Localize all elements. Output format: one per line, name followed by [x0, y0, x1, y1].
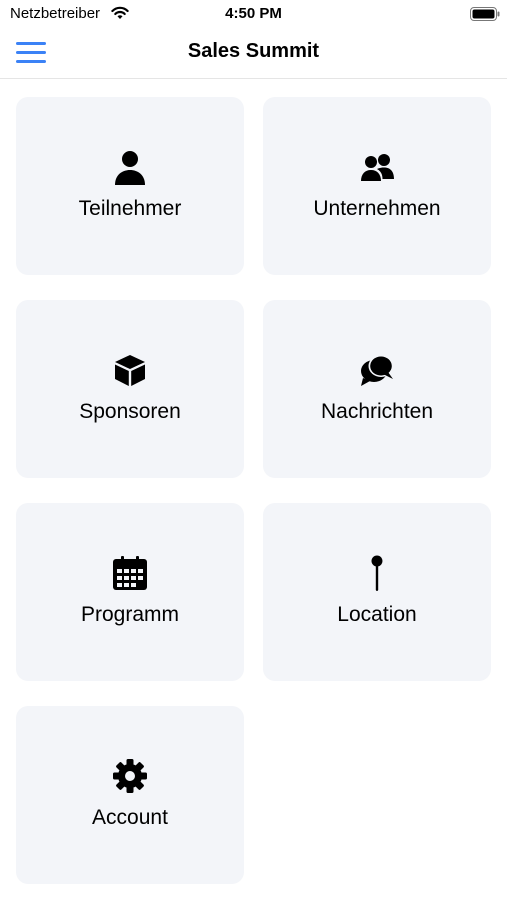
clock: 4:50 PM	[225, 5, 282, 22]
tile-label: Account	[92, 806, 168, 829]
tile-location[interactable]: Location	[263, 503, 491, 681]
gear-icon	[113, 759, 147, 793]
tile-label: Nachrichten	[320, 400, 434, 423]
page-title: Sales Summit	[187, 40, 320, 62]
people-icon	[361, 154, 394, 181]
tile-label: Teilnehmer	[78, 197, 182, 220]
tile-nachrichten[interactable]: Nachrichten	[263, 300, 491, 478]
battery-icon	[470, 7, 500, 21]
person-icon	[115, 151, 145, 185]
tile-label: Unternehmen	[313, 197, 441, 220]
tile-label: Location	[337, 603, 417, 626]
tile-account[interactable]: Account	[16, 706, 244, 884]
cube-icon	[115, 355, 145, 386]
tile-unternehmen[interactable]: Unternehmen	[263, 97, 491, 275]
calendar-icon	[113, 556, 147, 590]
tile-sponsoren[interactable]: Sponsoren	[16, 300, 244, 478]
nav-bar: Sales Summit	[0, 28, 507, 79]
map-pin-icon	[371, 555, 383, 591]
tile-programm[interactable]: Programm	[16, 503, 244, 681]
status-bar: Netzbetreiber 4:50 PM	[0, 0, 507, 28]
tile-label: Programm	[80, 603, 180, 626]
tile-teilnehmer[interactable]: Teilnehmer	[16, 97, 244, 275]
chat-bubbles-icon	[361, 355, 394, 386]
tile-label: Sponsoren	[79, 400, 181, 423]
